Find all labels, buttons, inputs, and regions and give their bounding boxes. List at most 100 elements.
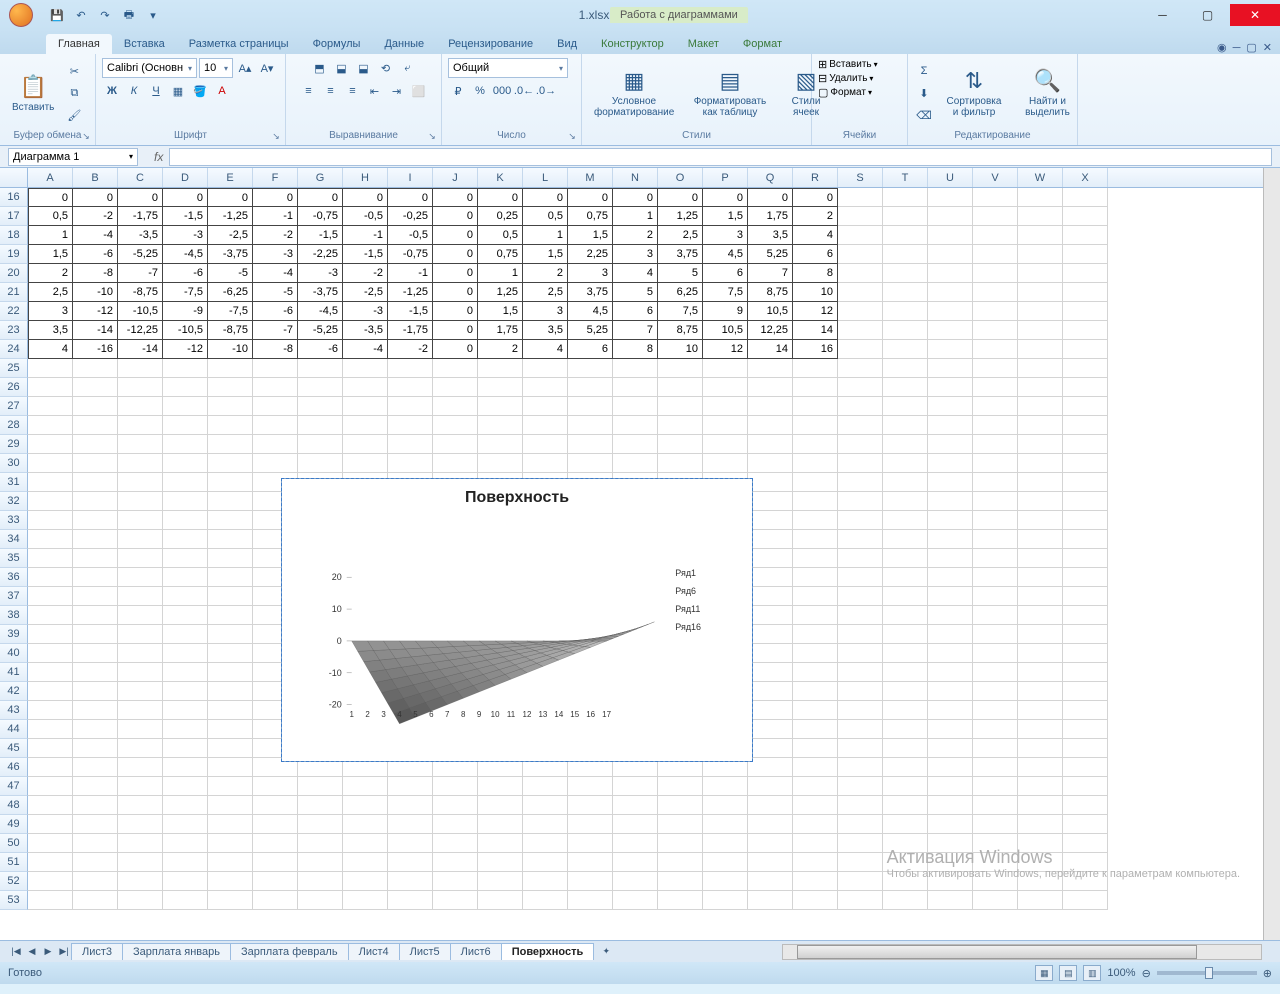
cell-S51[interactable]: [838, 853, 883, 872]
help-icon[interactable]: ◉: [1217, 41, 1227, 54]
cell-J23[interactable]: 0: [433, 321, 478, 340]
cell-B41[interactable]: [73, 663, 118, 682]
cell-D16[interactable]: 0: [163, 188, 208, 207]
cell-D39[interactable]: [163, 625, 208, 644]
cell-R47[interactable]: [793, 777, 838, 796]
cell-F17[interactable]: -1: [253, 207, 298, 226]
sheet-tab-Зарплата январь[interactable]: Зарплата январь: [122, 943, 231, 960]
cell-V33[interactable]: [973, 511, 1018, 530]
cell-Q35[interactable]: [748, 549, 793, 568]
cell-W46[interactable]: [1018, 758, 1063, 777]
cell-E41[interactable]: [208, 663, 253, 682]
cond-format-button[interactable]: ▦Условное форматирование: [588, 66, 680, 120]
col-header-L[interactable]: L: [523, 168, 568, 187]
cell-A17[interactable]: 0,5: [28, 207, 73, 226]
cell-N53[interactable]: [613, 891, 658, 910]
cell-O21[interactable]: 6,25: [658, 283, 703, 302]
cell-L25[interactable]: [523, 359, 568, 378]
cell-D35[interactable]: [163, 549, 208, 568]
tab-Разметка страницы[interactable]: Разметка страницы: [177, 34, 301, 54]
cell-E40[interactable]: [208, 644, 253, 663]
cell-T42[interactable]: [883, 682, 928, 701]
select-all-corner[interactable]: [0, 168, 28, 187]
cell-U49[interactable]: [928, 815, 973, 834]
cell-O16[interactable]: 0: [658, 188, 703, 207]
cell-B44[interactable]: [73, 720, 118, 739]
row-header-43[interactable]: 43: [0, 701, 28, 720]
cell-U47[interactable]: [928, 777, 973, 796]
cell-A37[interactable]: [28, 587, 73, 606]
cell-X50[interactable]: [1063, 834, 1108, 853]
cell-J26[interactable]: [433, 378, 478, 397]
bold-button[interactable]: Ж: [102, 81, 122, 101]
cell-N52[interactable]: [613, 872, 658, 891]
cell-G23[interactable]: -5,25: [298, 321, 343, 340]
cell-N29[interactable]: [613, 435, 658, 454]
cell-W30[interactable]: [1018, 454, 1063, 473]
row-header-27[interactable]: 27: [0, 397, 28, 416]
format-painter[interactable]: 🖌: [64, 105, 84, 125]
cell-M21[interactable]: 3,75: [568, 283, 613, 302]
shrink-font[interactable]: A▾: [257, 58, 277, 78]
worksheet-grid[interactable]: ABCDEFGHIJKLMNOPQRSTUVWX 161718192021222…: [0, 168, 1280, 940]
cell-V42[interactable]: [973, 682, 1018, 701]
tab-Данные[interactable]: Данные: [372, 34, 436, 54]
col-header-X[interactable]: X: [1063, 168, 1108, 187]
cell-B17[interactable]: -2: [73, 207, 118, 226]
cell-T35[interactable]: [883, 549, 928, 568]
cell-A44[interactable]: [28, 720, 73, 739]
clear[interactable]: ⌫: [914, 105, 934, 125]
cell-D43[interactable]: [163, 701, 208, 720]
cell-R40[interactable]: [793, 644, 838, 663]
cell-T38[interactable]: [883, 606, 928, 625]
cell-K18[interactable]: 0,5: [478, 226, 523, 245]
cell-L22[interactable]: 3: [523, 302, 568, 321]
cell-S23[interactable]: [838, 321, 883, 340]
cell-D36[interactable]: [163, 568, 208, 587]
cell-I19[interactable]: -0,75: [388, 245, 433, 264]
orientation[interactable]: ⟲: [376, 58, 396, 78]
cell-E26[interactable]: [208, 378, 253, 397]
horizontal-scrollbar[interactable]: [782, 944, 1262, 960]
cell-D42[interactable]: [163, 682, 208, 701]
cell-G53[interactable]: [298, 891, 343, 910]
cell-A51[interactable]: [28, 853, 73, 872]
cell-J21[interactable]: 0: [433, 283, 478, 302]
cell-X16[interactable]: [1063, 188, 1108, 207]
cell-K27[interactable]: [478, 397, 523, 416]
cell-A30[interactable]: [28, 454, 73, 473]
cell-R51[interactable]: [793, 853, 838, 872]
cell-K29[interactable]: [478, 435, 523, 454]
cell-W17[interactable]: [1018, 207, 1063, 226]
cell-G48[interactable]: [298, 796, 343, 815]
cell-X40[interactable]: [1063, 644, 1108, 663]
cell-F24[interactable]: -8: [253, 340, 298, 359]
cell-O18[interactable]: 2,5: [658, 226, 703, 245]
cell-X27[interactable]: [1063, 397, 1108, 416]
cell-O23[interactable]: 8,75: [658, 321, 703, 340]
cell-C29[interactable]: [118, 435, 163, 454]
cell-E44[interactable]: [208, 720, 253, 739]
cell-D33[interactable]: [163, 511, 208, 530]
cell-D31[interactable]: [163, 473, 208, 492]
cell-A46[interactable]: [28, 758, 73, 777]
cell-K51[interactable]: [478, 853, 523, 872]
cell-T47[interactable]: [883, 777, 928, 796]
cell-X48[interactable]: [1063, 796, 1108, 815]
cell-V27[interactable]: [973, 397, 1018, 416]
row-header-19[interactable]: 19: [0, 245, 28, 264]
cell-Q21[interactable]: 8,75: [748, 283, 793, 302]
cell-T20[interactable]: [883, 264, 928, 283]
cell-X28[interactable]: [1063, 416, 1108, 435]
cell-K23[interactable]: 1,75: [478, 321, 523, 340]
paste-button[interactable]: 📋 Вставить: [6, 72, 60, 115]
cell-C36[interactable]: [118, 568, 163, 587]
cell-A34[interactable]: [28, 530, 73, 549]
col-header-U[interactable]: U: [928, 168, 973, 187]
cell-R20[interactable]: 8: [793, 264, 838, 283]
cell-L23[interactable]: 3,5: [523, 321, 568, 340]
align-center[interactable]: ≡: [321, 81, 341, 101]
cell-N27[interactable]: [613, 397, 658, 416]
cell-D18[interactable]: -3: [163, 226, 208, 245]
cell-S30[interactable]: [838, 454, 883, 473]
